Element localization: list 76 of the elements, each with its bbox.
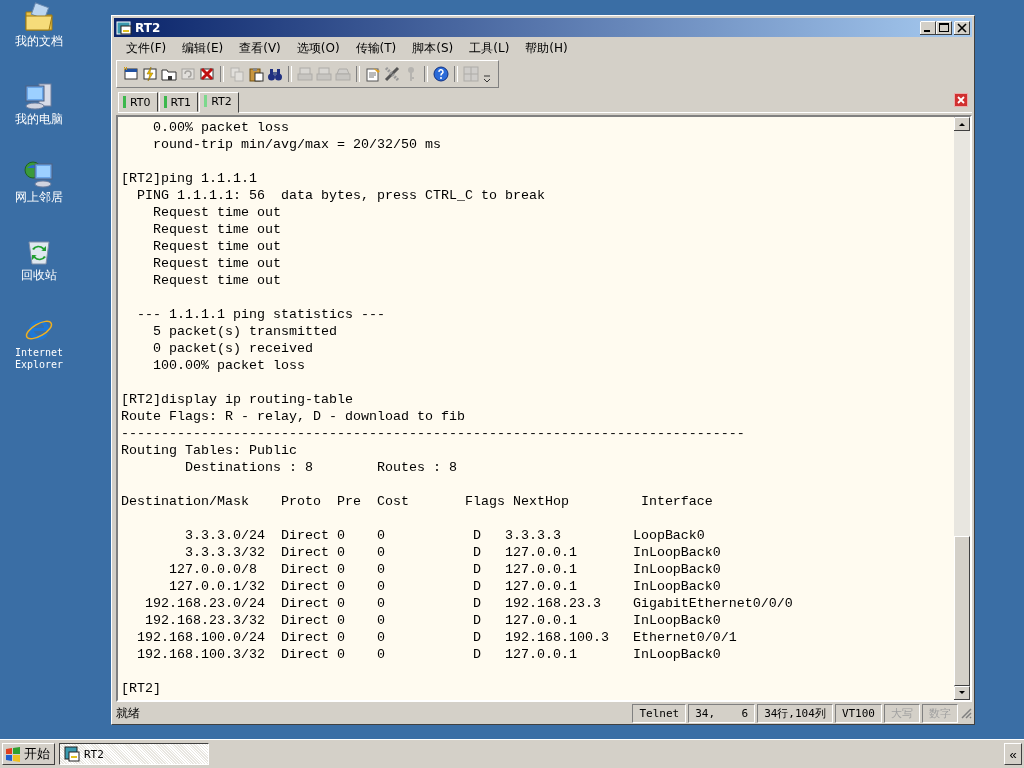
session-tab[interactable]: RT2 [199, 92, 239, 113]
menu-item[interactable]: 帮助(H) [517, 40, 576, 57]
terminal-line: 127.0.0.0/8 Direct 0 0 D 127.0.0.1 InLoopBack0 [168, 561, 722, 578]
terminal-line: --- 1.1.1.1 ping statistics --- [136, 306, 386, 323]
session-tab[interactable]: RT1 [158, 92, 199, 112]
close-icon[interactable] [954, 20, 970, 35]
terminal-line: 3.3.3.3/32 Direct 0 0 D 127.0.0.1 InLoopBack0 [184, 544, 722, 561]
terminal-line: PING 1.1.1.1: 56 data bytes, press CTRL_C to break [136, 187, 546, 204]
terminal-line: Request time out [152, 272, 282, 289]
terminal-line: 192.168.23.3/32 Direct 0 0 D 127.0.0.1 InLoopBack0 [144, 612, 722, 629]
status-field: VT100 [834, 703, 882, 723]
terminal-line: 127.0.0.1/32 Direct 0 0 D 127.0.0.1 InLoopBack0 [168, 578, 722, 595]
resize-grip-icon[interactable] [960, 707, 972, 719]
tray-expand-button[interactable]: « [1004, 743, 1022, 765]
terminal-line: 3.3.3.0/24 Direct 0 0 D 3.3.3.3 LoopBack0 [184, 527, 706, 544]
terminal-line: 192.168.100.3/32 Direct 0 0 D 127.0.0.1 InLoopBack0 [136, 646, 722, 663]
desktop-icon-label[interactable]: 网上邻居 [6, 191, 72, 204]
terminal-line: 0 packet(s) received [152, 340, 314, 357]
terminal-line: Destinations : 8 Routes : 8 [184, 459, 458, 476]
status-field: 34行,104列 [757, 703, 833, 723]
desktop-icon-label[interactable]: 我的文档 [6, 35, 72, 48]
terminal-line: [RT2] [121, 680, 162, 697]
binoculars-icon[interactable] [267, 66, 283, 82]
lightning-icon[interactable] [142, 66, 158, 82]
menu-item[interactable]: 传输(T) [347, 40, 405, 57]
scrollbar-thumb[interactable] [954, 536, 970, 686]
clipboard-icon[interactable] [248, 66, 264, 82]
status-field: Telnet [632, 703, 687, 723]
menu-item[interactable]: 工具(L) [461, 40, 518, 57]
terminal-line: Request time out [152, 238, 282, 255]
wrench-icon[interactable] [384, 66, 400, 82]
network-computer-icon[interactable] [23, 158, 55, 188]
computer-icon[interactable] [23, 80, 55, 110]
status-message: 就绪 [116, 704, 141, 722]
terminal-line: Request time out [152, 221, 282, 238]
menu-item[interactable]: 编辑(E) [174, 40, 232, 57]
terminal-line: Request time out [152, 255, 282, 272]
vertical-scrollbar[interactable] [954, 117, 970, 700]
app-window-icon [64, 746, 80, 762]
minimize-icon[interactable] [920, 20, 936, 35]
folder-icon[interactable] [161, 66, 177, 82]
scroll-up-icon[interactable] [954, 117, 970, 131]
terminal-line: [RT2]display ip routing-table [121, 391, 354, 408]
terminal-line: Request time out [152, 204, 282, 221]
help-icon[interactable] [433, 66, 449, 82]
menu-item[interactable]: 查看(V) [231, 40, 289, 57]
terminal-line: ------------------------------------------------------------------------------ [121, 425, 746, 442]
terminal-line: round-trip min/avg/max = 20/32/50 ms [152, 136, 442, 153]
scroll-down-icon[interactable] [954, 686, 970, 700]
x-mark-icon[interactable] [199, 66, 215, 82]
session-tab[interactable]: RT0 [118, 92, 158, 112]
terminal-line: 192.168.23.0/24 Direct 0 0 D 192.168.23.3 GigabitEthernet0/0/0 [144, 595, 794, 612]
terminal-line: Route Flags: R - relay, D - download to fib [121, 408, 466, 425]
desktop-icon-label[interactable]: 回收站 [6, 269, 72, 282]
desktop-icon-label[interactable]: 我的电脑 [6, 113, 72, 126]
terminal-line: Destination/Mask Proto Pre Cost Flags NextHop Interface [121, 493, 714, 510]
terminal-line: 100.00% packet loss [152, 357, 306, 374]
menu-item[interactable]: 脚本(S) [404, 40, 462, 57]
terminal-line: Routing Tables: Public [121, 442, 298, 459]
window-title: RT2 [135, 20, 162, 35]
document-icon[interactable] [365, 66, 381, 82]
menu-item[interactable]: 选项(O) [288, 40, 348, 57]
windows-flag-icon [5, 746, 21, 762]
close-tab-icon[interactable] [954, 93, 968, 107]
maximize-icon[interactable] [936, 20, 952, 35]
terminal-line: 0.00% packet loss [152, 119, 290, 136]
status-field: 34, 6 [688, 703, 756, 723]
start-button[interactable]: 开始 [2, 743, 55, 765]
taskbar-button[interactable]: RT2 [59, 743, 209, 765]
window-icon[interactable] [123, 66, 139, 82]
terminal-line: 5 packet(s) transmitted [152, 323, 338, 340]
desktop-icon-label[interactable]: Internet Explorer [9, 347, 69, 371]
terminal-line: [RT2]ping 1.1.1.1 [121, 170, 258, 187]
terminal-line: 192.168.100.0/24 Direct 0 0 D 192.168.100.3 Ethernet0/0/1 [136, 629, 738, 646]
app-window-icon [116, 20, 132, 35]
menu-item[interactable]: 文件(F) [118, 40, 175, 57]
